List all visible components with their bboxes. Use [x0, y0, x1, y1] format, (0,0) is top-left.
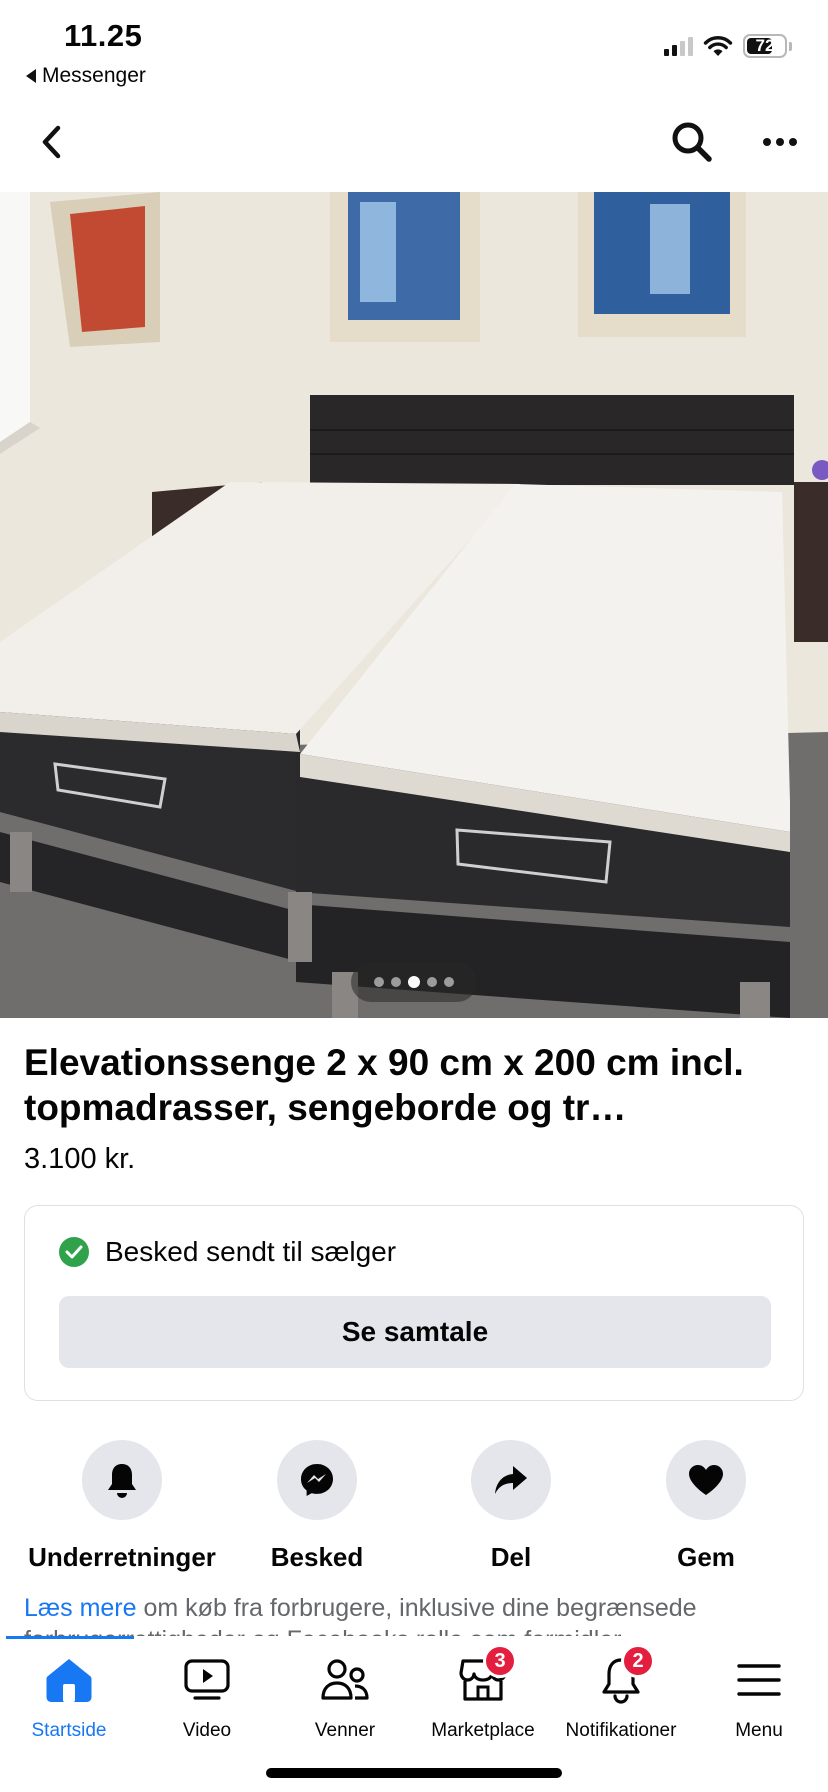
- back-button[interactable]: [28, 118, 76, 166]
- video-icon: [184, 1659, 230, 1700]
- action-row: Underretninger Besked Del Gem: [0, 1440, 828, 1573]
- share-arrow-icon: [495, 1466, 527, 1494]
- carousel-dot: [444, 977, 454, 987]
- message-action-circle[interactable]: [277, 1440, 357, 1520]
- message-status-text: Besked sendt til sælger: [105, 1236, 397, 1267]
- home-indicator: [266, 1768, 562, 1778]
- save-action-circle[interactable]: [666, 1440, 746, 1520]
- cellular-signal-icon: [664, 36, 693, 56]
- consumer-info-line: om køb fra forbrugere, inklusive dine be…: [136, 1594, 697, 1622]
- tab-menu[interactable]: Menu: [690, 1650, 828, 1742]
- carousel-dot: [374, 977, 384, 987]
- share-action[interactable]: Del: [426, 1440, 596, 1573]
- tab-notifications-label: Notifikationer: [565, 1720, 677, 1741]
- notifications-badge: 2: [621, 1644, 655, 1678]
- message-status: Besked sendt til sælger: [59, 1236, 396, 1268]
- chevron-left-icon: [42, 125, 61, 159]
- back-app-label: Messenger: [42, 64, 146, 87]
- tab-notifications[interactable]: 2 Notifikationer: [552, 1644, 690, 1742]
- consumer-info-text: Læs mere om køb fra forbrugere, inklusiv…: [24, 1592, 824, 1624]
- back-to-app-link[interactable]: Messenger: [26, 64, 146, 88]
- share-action-label: Del: [490, 1542, 532, 1572]
- tab-friends[interactable]: Venner: [276, 1650, 414, 1742]
- tab-video-label: Video: [182, 1720, 232, 1741]
- share-action-circle[interactable]: [471, 1440, 551, 1520]
- carousel-dot-active: [408, 976, 420, 988]
- active-tab-indicator: [6, 1636, 134, 1639]
- notifications-action[interactable]: Underretninger: [28, 1440, 216, 1573]
- tab-friends-label: Venner: [314, 1720, 376, 1741]
- check-circle-icon: [59, 1237, 89, 1267]
- search-icon: [672, 122, 712, 162]
- status-indicators: 72: [664, 34, 792, 58]
- bell-icon: [108, 1464, 136, 1498]
- bed-photo-image: [0, 192, 828, 1018]
- battery-icon: 72: [743, 34, 787, 58]
- see-conversation-button[interactable]: Se samtale: [59, 1296, 771, 1368]
- message-action-label: Besked: [270, 1542, 364, 1572]
- carousel-dot: [427, 977, 437, 987]
- consumer-info-line-cut: forbrugerrettigheder og Facebooks rolle …: [24, 1624, 824, 1636]
- tab-marketplace-label: Marketplace: [431, 1720, 535, 1741]
- notifications-action-label: Underretninger: [28, 1542, 216, 1572]
- heart-icon: [689, 1465, 723, 1495]
- search-button[interactable]: [666, 116, 718, 168]
- listing-title: Elevationssenge 2 x 90 cm x 200 cm incl.…: [24, 1042, 744, 1128]
- read-more-link[interactable]: Læs mere: [24, 1594, 137, 1622]
- menu-icon: [737, 1664, 781, 1696]
- friends-icon: [321, 1659, 369, 1700]
- tab-marketplace[interactable]: 3 Marketplace: [414, 1644, 552, 1742]
- listing-price: 3.100 kr.: [24, 1143, 136, 1175]
- tab-home-label: Startside: [31, 1720, 107, 1741]
- carousel-dot: [391, 977, 401, 987]
- wifi-icon: [703, 36, 733, 56]
- more-options-button[interactable]: [752, 116, 808, 168]
- top-navigation: [0, 96, 828, 192]
- tab-video[interactable]: Video: [138, 1650, 276, 1742]
- save-action-label: Gem: [677, 1542, 735, 1572]
- home-icon: [46, 1659, 92, 1702]
- photo-carousel-indicator[interactable]: [351, 962, 477, 1002]
- status-bar: 11.25 Messenger 72: [0, 0, 828, 96]
- marketplace-badge: 3: [483, 1644, 517, 1678]
- status-time: 11.25: [64, 18, 143, 53]
- back-triangle-icon: [26, 69, 36, 83]
- message-sent-card: Besked sendt til sælger Se samtale: [24, 1205, 804, 1401]
- notifications-action-circle[interactable]: [82, 1440, 162, 1520]
- message-action[interactable]: Besked: [232, 1440, 402, 1573]
- battery-percent: 72: [755, 36, 775, 55]
- save-action[interactable]: Gem: [621, 1440, 791, 1573]
- tab-menu-label: Menu: [735, 1720, 783, 1741]
- tab-home[interactable]: Startside: [0, 1650, 138, 1742]
- consumer-info-text-cut: forbrugerrettigheder og Facebooks rolle …: [24, 1624, 824, 1636]
- more-horizontal-icon: [763, 138, 771, 146]
- messenger-icon: [301, 1464, 333, 1496]
- listing-photo[interactable]: [0, 192, 828, 1018]
